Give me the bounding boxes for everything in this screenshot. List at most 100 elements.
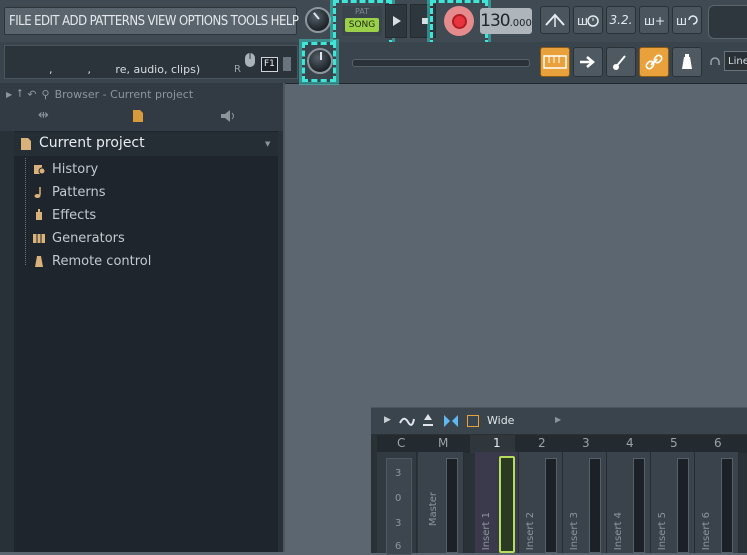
record-icon [451, 13, 467, 29]
project-folder-icon [21, 138, 31, 150]
tempo-decimal: .000 [509, 17, 532, 29]
insert-5-label: Insert 5 [657, 512, 668, 551]
tree-guide-line [25, 158, 26, 265]
menu-view[interactable]: VIEW [148, 14, 177, 29]
mixer-insert-5[interactable]: Insert 5 [651, 452, 695, 553]
scale-mark-1: 0 [395, 493, 402, 504]
browser-item-patterns[interactable]: Patterns [32, 181, 151, 203]
col-2: 2 [538, 436, 546, 450]
mixer-wave-icon[interactable] [399, 414, 415, 428]
main-volume-knob[interactable] [305, 7, 331, 33]
browser-item-patterns-label: Patterns [52, 184, 106, 200]
mixer-link-icon[interactable] [443, 414, 459, 428]
loop-keys-icon: ш [676, 14, 698, 28]
plugin-picker-icon [682, 54, 692, 69]
mixer-insert-1[interactable]: Insert 1 [475, 452, 519, 553]
menu-tools[interactable]: TOOLS [231, 14, 269, 29]
current-project-row[interactable]: Current project ▼ [14, 132, 278, 156]
browser-up-icon[interactable]: ⭡ [17, 87, 22, 101]
browser-item-generators[interactable]: Generators [32, 227, 151, 249]
menu-file[interactable]: FILE [9, 14, 32, 29]
history-icon [34, 165, 46, 175]
browser-item-history[interactable]: History [32, 158, 151, 180]
output-select[interactable]: Line [724, 51, 747, 71]
right-arrow-icon [580, 56, 595, 68]
link-button[interactable] [639, 47, 669, 77]
countdown-button[interactable]: 3.2. [606, 6, 636, 34]
note-arrow-icon [613, 55, 626, 70]
tempo-display[interactable]: 130 .000 [480, 8, 532, 34]
countdown-label: 3.2. [609, 13, 633, 27]
project-filter-icon[interactable] [132, 109, 144, 123]
chain-link-icon [645, 54, 663, 70]
mixer-insert-6[interactable]: Insert 6 [695, 452, 739, 553]
browser-search-icon[interactable]: ⚲ [42, 88, 50, 101]
scale-mark-2: 3 [395, 518, 402, 529]
browser-item-generators-label: Generators [52, 230, 125, 246]
metronome-button[interactable] [540, 6, 570, 34]
metronome-icon [545, 13, 565, 27]
plugin-button[interactable] [672, 47, 702, 77]
mixer-pin-icon[interactable] [422, 413, 434, 428]
menu-help[interactable]: HELP [271, 14, 299, 29]
arrow-button[interactable] [573, 47, 603, 77]
record-button[interactable] [444, 6, 474, 36]
mixer-column-headers: C M 1 2 3 4 5 6 [377, 435, 747, 453]
insert-6-label: Insert 6 [701, 512, 712, 551]
menu-edit[interactable]: EDIT [34, 14, 59, 29]
mixer-insert-3[interactable]: Insert 3 [563, 452, 607, 553]
insert-3-label: Insert 3 [569, 512, 580, 551]
mixer-window: ▶ Wide ▶ C M 1 2 3 4 5 6 3 0 3 6 Master … [371, 407, 747, 555]
browser-item-effects-label: Effects [52, 207, 97, 223]
remote-icon [283, 57, 291, 71]
typing-keyboard-button[interactable] [540, 47, 570, 77]
collapse-arrow-icon[interactable]: ▼ [265, 140, 270, 148]
menu-add[interactable]: ADD [62, 14, 87, 29]
workspace-divider[interactable] [283, 83, 285, 552]
mixer-master-strip[interactable]: Master [418, 452, 464, 553]
master-label: Master [428, 492, 439, 527]
pat-song-toggle[interactable]: PAT SONG [342, 6, 382, 36]
all-files-filter-icon[interactable]: ⇹ [38, 108, 49, 123]
mixer-view-next-icon[interactable]: ▶ [555, 415, 561, 424]
mixer-view-label[interactable]: Wide [487, 414, 514, 427]
main-menu: FILE EDIT ADD PATTERNS VIEW OPTIONS TOOL… [4, 7, 299, 35]
output-select-value: Line [728, 56, 747, 67]
song-position-slider[interactable] [352, 59, 530, 67]
secondary-toolbar: , , re, audio, clips) R F1 Line [0, 39, 747, 85]
mixer-insert-2[interactable]: Insert 2 [519, 452, 563, 553]
mixer-menu-arrow-icon[interactable]: ▶ [384, 415, 391, 425]
step-edit-button[interactable]: ш+ [639, 6, 669, 34]
browser-items: History Patterns Effects Generators Remo… [32, 158, 151, 272]
browser-panel: ▶ ⭡ ↶ ⚲ Browser - Current project ⇹ Curr… [0, 83, 283, 552]
keyboard-icon [33, 234, 45, 243]
hint-text: , , re, audio, clips) [49, 63, 201, 76]
mixer-scale-strip: 3 0 3 6 [377, 452, 417, 555]
hint-bar: , , re, audio, clips) R F1 [4, 45, 298, 79]
browser-item-remote-control[interactable]: Remote control [32, 250, 151, 272]
f1-key-badge: F1 [261, 57, 278, 72]
cpu-panel [708, 5, 747, 39]
scale-mark-3: 6 [395, 541, 402, 552]
browser-item-effects[interactable]: Effects [32, 204, 151, 226]
menu-options[interactable]: OPTIONS [179, 14, 228, 29]
scroll-to-song-button[interactable] [606, 47, 636, 77]
wait-for-input-button[interactable]: ш [573, 6, 603, 34]
master-pitch-knob[interactable] [307, 48, 333, 74]
browser-item-history-label: History [52, 161, 99, 177]
hint-r-label: R [234, 64, 241, 75]
audio-filter-icon[interactable] [220, 109, 236, 123]
mixer-insert-4[interactable]: Insert 4 [607, 452, 651, 553]
play-icon [393, 16, 401, 26]
col-5: 5 [670, 436, 678, 450]
pat-label: PAT [354, 7, 370, 16]
browser-title: Browser - Current project [54, 87, 194, 101]
play-button[interactable] [385, 4, 407, 38]
menu-patterns[interactable]: PATTERNS [90, 14, 145, 29]
effects-plug-icon [36, 209, 42, 220]
mixer-color-swatch[interactable] [467, 415, 479, 427]
browser-back-icon[interactable]: ↶ [27, 88, 36, 101]
browser-expand-icon[interactable]: ▶ [6, 90, 12, 99]
loop-record-button[interactable]: ш [672, 6, 702, 34]
col-c: C [397, 436, 406, 450]
